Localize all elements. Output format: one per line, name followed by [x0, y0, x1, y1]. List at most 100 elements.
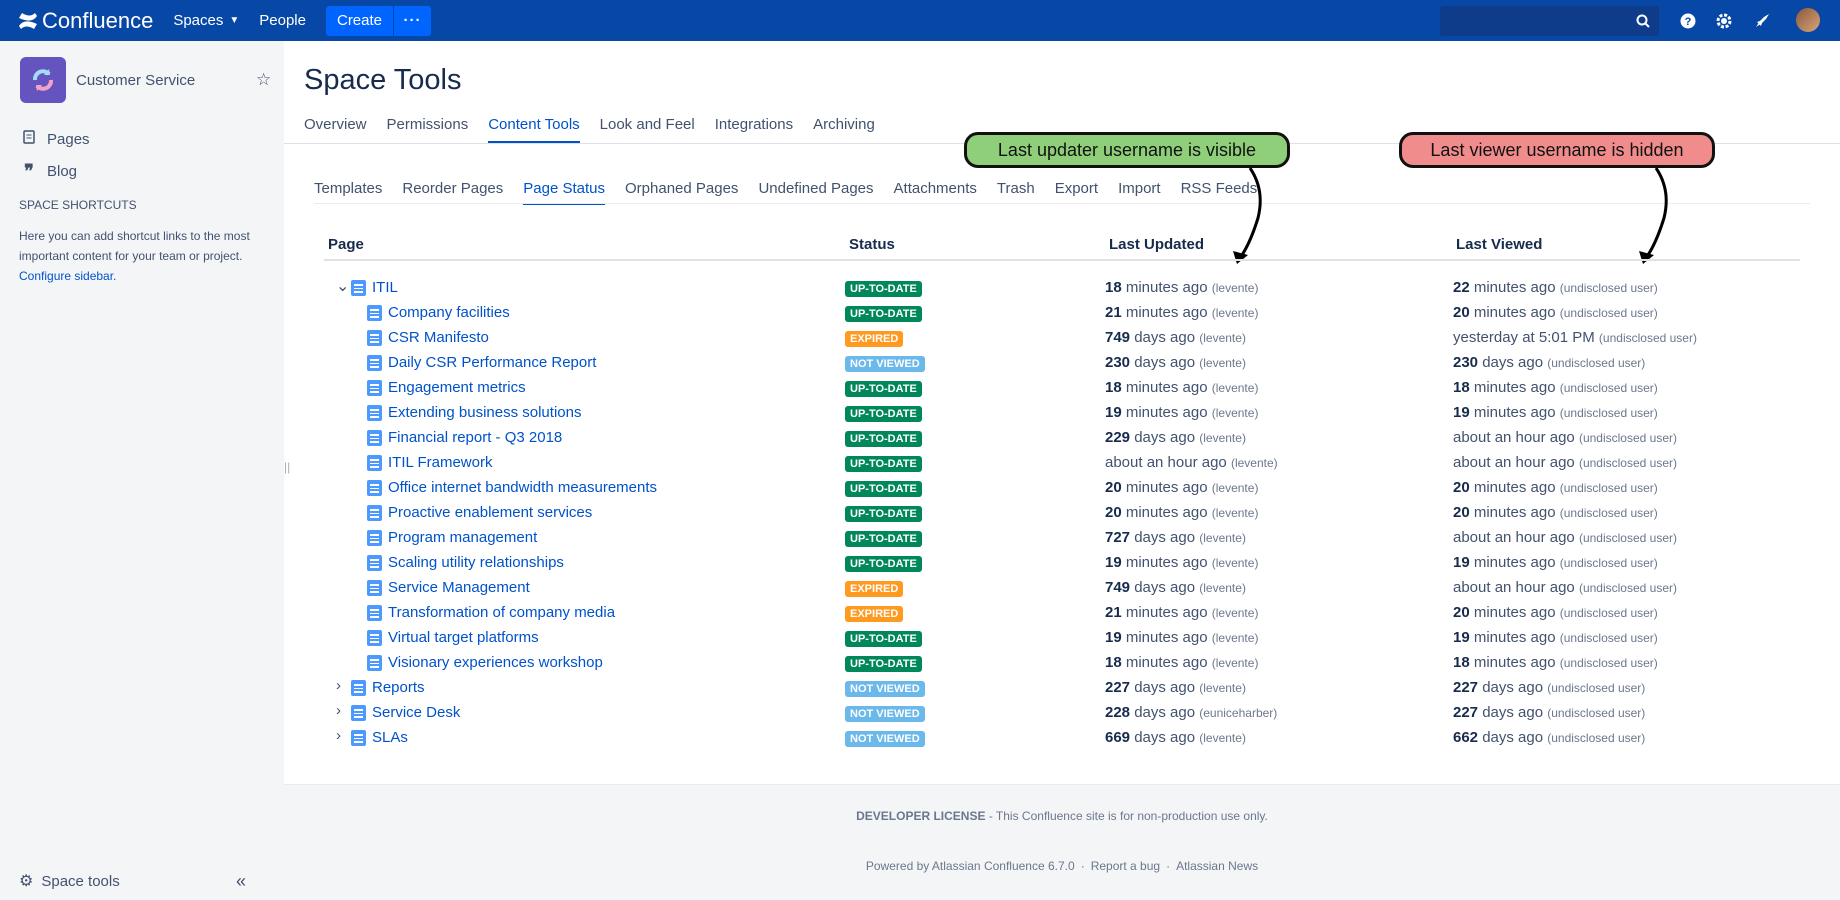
page-link[interactable]: Visionary experiences workshop [388, 654, 603, 671]
space-shortcuts-heading: SPACE SHORTCUTS [19, 198, 137, 212]
viewed-number: 20 [1453, 304, 1470, 321]
gear-icon: ⚙ [19, 873, 34, 890]
column-header-last-viewed[interactable]: Last Viewed [1456, 236, 1542, 253]
space-name[interactable]: Customer Service [76, 72, 195, 89]
tab-archiving[interactable]: Archiving [813, 116, 875, 143]
updater-username[interactable]: (levente) [1212, 381, 1259, 395]
updater-username[interactable]: (levente) [1199, 531, 1246, 545]
create-button[interactable]: Create [326, 12, 393, 29]
chevron-right-icon[interactable]: › [336, 727, 341, 744]
tab-content-tools[interactable]: Content Tools [488, 116, 580, 143]
column-header-status[interactable]: Status [849, 236, 895, 253]
viewed-text: minutes ago [1469, 554, 1556, 571]
confluence-logo[interactable]: Confluence [18, 8, 153, 34]
page-link[interactable]: Daily CSR Performance Report [388, 354, 596, 371]
tab-look-and-feel[interactable]: Look and Feel [600, 116, 695, 143]
page-link[interactable]: Financial report - Q3 2018 [388, 429, 562, 446]
last-viewed-cell: 19 minutes ago (undisclosed user) [1453, 554, 1658, 571]
atlassian-news-link[interactable]: Atlassian News [1176, 859, 1258, 873]
last-updated-cell: 227 days ago (levente) [1105, 679, 1246, 696]
updated-number: 229 [1105, 429, 1131, 446]
page-link[interactable]: Company facilities [388, 304, 510, 321]
updater-username[interactable]: (levente) [1212, 306, 1259, 320]
tab-integrations[interactable]: Integrations [715, 116, 793, 143]
tab-permissions[interactable]: Permissions [387, 116, 469, 143]
page-icon [367, 430, 382, 446]
page-link[interactable]: Program management [388, 529, 537, 546]
page-link[interactable]: Extending business solutions [388, 404, 581, 421]
page-link[interactable]: Proactive enablement services [388, 504, 592, 521]
viewed-number: 19 [1453, 629, 1470, 646]
updater-username[interactable]: (levente) [1212, 281, 1259, 295]
space-tools-menu[interactable]: ⚙ Space tools [19, 871, 120, 891]
subtab-reorder-pages[interactable]: Reorder Pages [402, 180, 503, 205]
page-link[interactable]: CSR Manifesto [388, 329, 489, 346]
report-bug-link[interactable]: Report a bug [1091, 859, 1160, 873]
more-options-icon[interactable]: ··· [393, 5, 431, 36]
chevron-right-icon[interactable]: › [336, 677, 341, 694]
quote-icon: ❞ [24, 161, 34, 181]
page-link[interactable]: Service Management [388, 579, 530, 596]
viewed-number: 662 [1453, 729, 1479, 746]
subtab-import[interactable]: Import [1118, 180, 1161, 205]
updater-username[interactable]: (levente) [1212, 406, 1259, 420]
updater-username[interactable]: (levente) [1199, 331, 1246, 345]
updater-username[interactable]: (levente) [1231, 456, 1278, 470]
updater-username[interactable]: (levente) [1199, 431, 1246, 445]
updated-text: days ago [1130, 429, 1196, 446]
updater-username[interactable]: (levente) [1199, 581, 1246, 595]
spaces-label: Spaces [173, 12, 224, 29]
page-link[interactable]: Reports [372, 679, 425, 696]
powered-by-link[interactable]: Powered by Atlassian Confluence 6.7.0 [866, 859, 1075, 873]
viewer-username: (undisclosed user) [1598, 331, 1697, 345]
tab-overview[interactable]: Overview [304, 116, 367, 143]
page-link[interactable]: Virtual target platforms [388, 629, 539, 646]
updater-username[interactable]: (levente) [1212, 656, 1259, 670]
chevron-right-icon[interactable]: › [336, 702, 341, 719]
column-header-page[interactable]: Page [328, 236, 364, 253]
updater-username[interactable]: (levente) [1199, 731, 1246, 745]
chevron-down-icon[interactable]: ⌄ [336, 276, 349, 296]
collapse-sidebar-icon[interactable]: « [236, 871, 246, 892]
updater-username[interactable]: (levente) [1199, 681, 1246, 695]
space-avatar[interactable] [20, 57, 66, 103]
updater-username[interactable]: (levente) [1212, 606, 1259, 620]
page-link[interactable]: Office internet bandwidth measurements [388, 479, 657, 496]
subtab-export[interactable]: Export [1055, 180, 1098, 205]
page-link[interactable]: Service Desk [372, 704, 460, 721]
updater-username[interactable]: (levente) [1199, 356, 1246, 370]
updater-username[interactable]: (levente) [1212, 631, 1259, 645]
page-link[interactable]: SLAs [372, 729, 408, 746]
sidebar-item-pages[interactable]: Pages [20, 130, 90, 148]
viewed-text: minutes ago [1469, 304, 1556, 321]
subtab-page-status[interactable]: Page Status [523, 180, 606, 205]
updater-username[interactable]: (levente) [1212, 481, 1259, 495]
search-input[interactable] [1440, 6, 1659, 36]
page-link[interactable]: Scaling utility relationships [388, 554, 564, 571]
subtab-trash[interactable]: Trash [997, 180, 1035, 205]
updater-username[interactable]: (levente) [1212, 556, 1259, 570]
page-link[interactable]: Engagement metrics [388, 379, 526, 396]
sidebar-item-blog[interactable]: ❞ Blog [20, 161, 77, 182]
spaces-menu[interactable]: Spaces ▼ [173, 12, 239, 29]
column-header-last-updated[interactable]: Last Updated [1109, 236, 1204, 253]
confluence-logo-icon [19, 12, 37, 29]
page-link[interactable]: ITIL Framework [388, 454, 492, 471]
notifications-icon[interactable] [1752, 11, 1772, 31]
star-icon[interactable]: ☆ [256, 70, 271, 90]
subtab-undefined-pages[interactable]: Undefined Pages [758, 180, 873, 205]
subtab-attachments[interactable]: Attachments [894, 180, 977, 205]
user-avatar[interactable] [1796, 8, 1820, 32]
updater-username[interactable]: (euniceharber) [1199, 706, 1277, 720]
page-link[interactable]: Transformation of company media [388, 604, 615, 621]
page-icon [367, 305, 382, 321]
subtab-rss-feeds[interactable]: RSS Feeds [1181, 180, 1258, 205]
people-link[interactable]: People [259, 12, 306, 29]
last-updated-cell: 669 days ago (levente) [1105, 729, 1246, 746]
help-icon[interactable]: ? [1678, 11, 1698, 31]
subtab-orphaned-pages[interactable]: Orphaned Pages [625, 180, 738, 205]
updater-username[interactable]: (levente) [1212, 506, 1259, 520]
page-link[interactable]: ITIL [372, 279, 398, 296]
gear-icon[interactable] [1714, 11, 1734, 31]
subtab-templates[interactable]: Templates [314, 180, 382, 205]
